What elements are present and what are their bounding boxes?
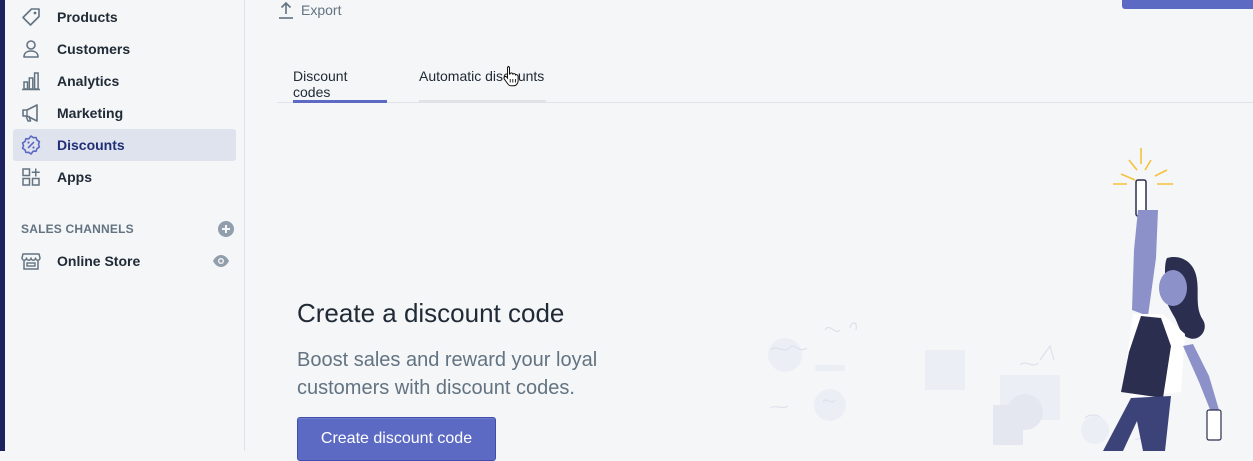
sidebar-item-label: Analytics <box>57 73 120 89</box>
sidebar-item-label: Marketing <box>57 105 124 121</box>
sidebar-item-apps[interactable]: Apps <box>13 161 236 193</box>
empty-state-title: Create a discount code <box>297 298 565 328</box>
primary-action-button[interactable] <box>1122 0 1253 9</box>
sidebar-item-marketing[interactable]: Marketing <box>13 97 236 129</box>
sidebar-item-label: Online Store <box>57 253 141 269</box>
main-content: Export Discount codes Automatic discount… <box>245 0 1253 461</box>
sidebar-item-online-store[interactable]: Online Store <box>13 245 236 277</box>
apps-icon <box>21 167 41 187</box>
tab-label: Discount codes <box>293 68 348 100</box>
person-icon <box>21 39 41 59</box>
empty-state-text: Boost sales and reward your loyal custom… <box>297 349 598 399</box>
export-label: Export <box>301 2 342 18</box>
plus-circle-icon <box>218 221 234 237</box>
tab-discount-codes[interactable]: Discount codes <box>293 60 387 103</box>
tab-automatic-discounts[interactable]: Automatic discounts <box>419 60 546 103</box>
bar-chart-icon <box>21 71 41 91</box>
eye-icon <box>213 255 229 267</box>
discount-tabs: Discount codes Automatic discounts <box>277 60 1253 103</box>
megaphone-icon <box>21 103 41 123</box>
sales-channels-label: SALES CHANNELS <box>21 222 134 236</box>
tab-hover-indicator <box>419 100 546 103</box>
discount-illustration <box>768 148 1222 451</box>
tab-active-indicator <box>293 100 387 103</box>
hand-cursor-icon <box>503 66 519 87</box>
export-icon <box>279 1 293 19</box>
sidebar-item-label: Apps <box>57 169 92 185</box>
sidebar-item-products[interactable]: Products <box>13 1 236 33</box>
sidebar-item-label: Products <box>57 9 118 25</box>
view-store-button[interactable] <box>212 254 230 268</box>
sidebar-item-label: Customers <box>57 41 131 57</box>
tab-label: Automatic discounts <box>419 68 545 84</box>
tag-icon <box>21 7 41 27</box>
sidebar-item-discounts[interactable]: Discounts <box>13 129 236 161</box>
add-sales-channel-button[interactable] <box>218 221 234 237</box>
sidebar: Products Customers Analytics Marketing D… <box>5 0 245 451</box>
sidebar-item-label: Discounts <box>57 137 125 153</box>
discount-icon <box>21 135 41 155</box>
sales-channels-header: SALES CHANNELS <box>21 221 241 237</box>
create-discount-code-button[interactable]: Create discount code <box>297 417 496 461</box>
export-button[interactable]: Export <box>278 1 341 19</box>
store-icon <box>21 251 41 271</box>
sidebar-item-customers[interactable]: Customers <box>13 33 236 65</box>
sidebar-item-analytics[interactable]: Analytics <box>13 65 236 97</box>
